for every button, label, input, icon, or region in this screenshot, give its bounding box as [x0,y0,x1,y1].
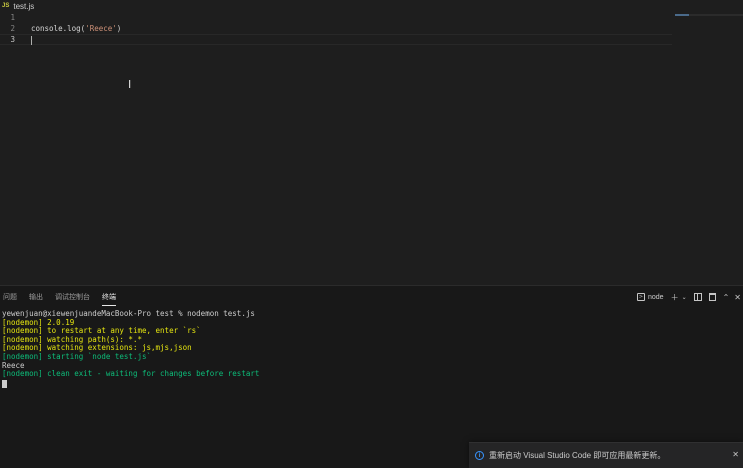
tab-terminal[interactable]: 终端 [99,286,125,308]
code-text[interactable]: console.log('Reece') [31,24,121,33]
code-token-string: 'Reece' [85,24,117,33]
code-token-function: console.log( [31,24,86,33]
terminal-cursor [2,379,7,388]
tab-output[interactable]: 输出 [26,286,52,308]
code-token-punctuation: ) [116,24,122,33]
editor-line[interactable]: 2 console.log('Reece') [0,23,672,34]
plus-icon[interactable]: ＋ [671,292,679,303]
terminal-line: yewenjuan@xiewenjuandeMacBook-Pro test %… [2,309,255,318]
terminal-line: [nodemon] clean exit - waiting for chang… [2,369,260,379]
split-icon [693,293,702,301]
chevron-down-icon[interactable]: ⌄ [682,294,687,301]
line-number: 2 [10,24,15,33]
line-number: 1 [10,13,15,22]
terminal-icon: > [636,293,645,301]
editor-scrollbar[interactable] [689,14,743,16]
notification-message: 重新启动 Visual Studio Code 即可应用最新更新。 [489,451,666,460]
breadcrumb-file-name[interactable]: test.js [13,2,34,11]
chevron-up-icon[interactable]: ⌃ [723,293,730,302]
update-notification[interactable]: i 重新启动 Visual Studio Code 即可应用最新更新。 ✕ [469,442,743,468]
trash-icon [708,293,716,301]
info-icon: i [475,451,484,460]
close-icon[interactable]: ✕ [732,450,739,459]
terminal-output[interactable]: yewenjuan@xiewenjuandeMacBook-Pro test %… [2,309,742,388]
breadcrumb: JS test.js [0,0,743,12]
line-number: 3 [10,35,15,44]
terminal-selector[interactable]: > node [636,293,668,301]
mouse-ibeam-cursor-icon: Ⅰ [128,78,132,91]
tab-debug-console[interactable]: 调试控制台 [52,286,99,308]
terminal-line: [nodemon] starting `node test.js` [2,351,152,361]
terminal-name: node [647,293,664,301]
close-icon[interactable]: ✕ [734,293,741,302]
editor-line[interactable]: 1 [0,12,672,23]
panel-actions: > node ＋ ⌄ ⌃ ✕ [636,286,743,308]
code-editor[interactable]: 1 2 console.log('Reece') 3 Ⅰ [0,12,672,284]
text-caret [31,36,32,45]
tab-problems[interactable]: 问题 [0,286,26,308]
javascript-file-icon: JS [2,3,10,9]
minimap-slider[interactable] [675,14,689,16]
split-terminal-button[interactable] [693,293,702,301]
bottom-panel: 问题 输出 调试控制台 终端 > node ＋ ⌄ ⌃ ✕ yewenjuan@… [0,285,743,468]
editor-line-active[interactable]: 3 [0,34,672,45]
panel-tabs: 问题 输出 调试控制台 终端 [0,286,125,308]
kill-terminal-button[interactable] [708,293,716,301]
